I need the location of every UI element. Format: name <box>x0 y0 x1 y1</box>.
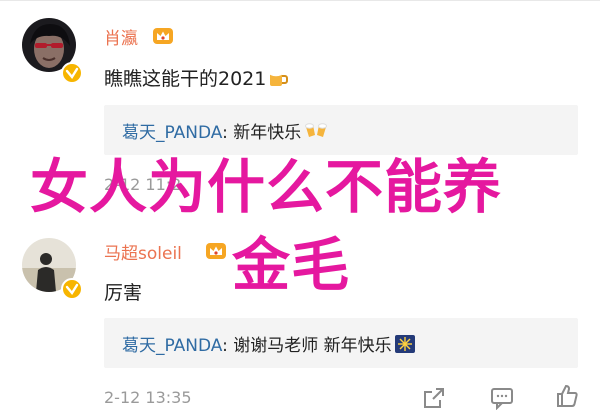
reply-line: 葛天_PANDA: 谢谢马老师 新年快乐 <box>122 331 416 359</box>
member-crown-icon <box>153 28 173 44</box>
fireworks-icon <box>394 334 416 359</box>
overlay-title-line-2: 金毛 <box>232 231 351 299</box>
comment-username[interactable]: 肖瀛 <box>104 24 138 49</box>
comment-text: 瞧瞧这能干的2021 <box>104 64 290 93</box>
comment-timestamp: 2-12 13:35 <box>104 388 192 407</box>
verified-badge-icon <box>61 278 83 300</box>
reply-separator: : <box>222 336 234 356</box>
comment-icon[interactable] <box>490 386 514 410</box>
reply-box[interactable]: 葛天_PANDA: 谢谢马老师 新年快乐 <box>104 318 578 368</box>
overlay-title-line-1: 女人为什么不能养 <box>30 153 503 221</box>
share-icon[interactable] <box>422 386 446 410</box>
like-icon[interactable] <box>555 384 579 408</box>
beer-mug-icon <box>268 68 290 93</box>
comment-text: 厉害 <box>104 282 143 304</box>
comment-text-content: 瞧瞧这能干的2021 <box>104 68 267 90</box>
verified-badge-icon <box>61 62 83 84</box>
reply-username[interactable]: 葛天_PANDA <box>122 336 222 356</box>
reply-text: 谢谢马老师 新年快乐 <box>233 336 392 356</box>
comment-username[interactable]: 马超soleil <box>104 239 182 264</box>
member-crown-icon <box>206 243 226 259</box>
top-divider <box>0 0 600 1</box>
